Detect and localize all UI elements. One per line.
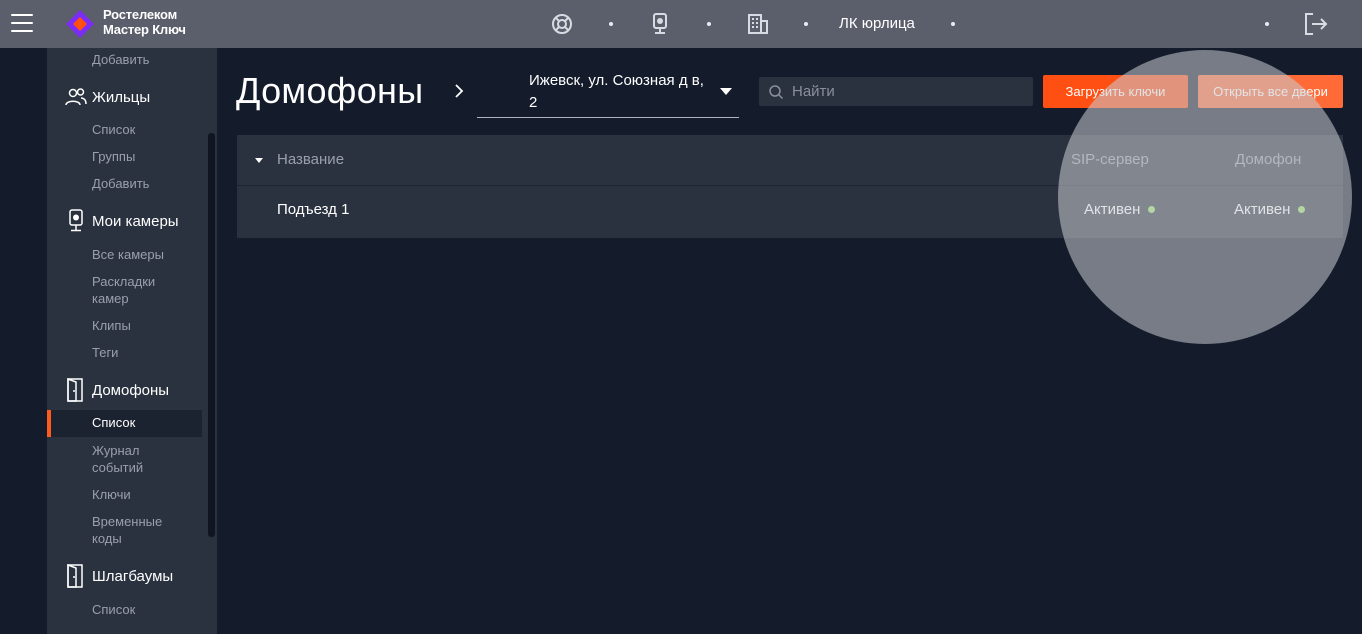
brand-line-2: Мастер Ключ [103,22,186,37]
open-all-doors-button[interactable]: Открыть все двери [1198,75,1343,108]
sidebar-item-barriers-list[interactable]: Список [92,601,135,618]
door-icon [67,564,83,588]
intercom-status: Активен [1234,201,1306,218]
search-input[interactable] [792,80,1024,102]
table-row[interactable]: Подъезд 1 Активен Активен [237,186,1343,238]
sidebar-item-add-top[interactable]: Добавить [92,51,149,68]
page-title: Домофоны [236,70,424,111]
sip-status-text: Активен [1084,201,1141,218]
intercom-status-text: Активен [1234,201,1291,218]
brand-line-1: Ростелеком [103,7,177,22]
address-value: Ижевск, ул. Союзная д в, 2 [529,72,704,111]
column-header-intercom: Домофон [1235,151,1302,168]
sidebar-section-label: Мои камеры [92,213,179,230]
sidebar-item-residents-groups[interactable]: Группы [92,148,135,165]
sidebar-item-residents-list[interactable]: Список [92,121,135,138]
separator-dot [951,22,955,26]
caret-down-icon [720,88,732,95]
sidebar-item-label: Список [92,415,136,430]
address-select[interactable]: Ижевск, ул. Союзная д в, 2 [477,68,739,118]
sidebar-scrollbar[interactable] [208,133,215,537]
separator-dot [707,22,711,26]
column-header-sip: SIP-сервер [1071,151,1149,168]
search-box [759,77,1033,106]
logo-mark-icon [66,10,94,38]
sidebar-item-temp-codes[interactable]: Временные коды [92,513,172,547]
upload-keys-button[interactable]: Загрузить ключи [1043,75,1188,108]
sidebar: Добавить Жильцы Список Группы Добавить М… [47,48,217,634]
sip-status: Активен [1084,201,1156,218]
left-rail [0,48,47,634]
intercoms-table: Название SIP-сервер Домофон Подъезд 1 Ак… [237,135,1343,238]
building-icon[interactable] [746,12,770,36]
search-icon [769,85,784,100]
sidebar-item-all-cameras[interactable]: Все камеры [92,246,164,263]
status-dot-icon [1298,205,1306,213]
menu-icon[interactable] [11,14,33,34]
separator-dot [1265,22,1269,26]
door-icon [67,378,83,402]
separator-dot [804,22,808,26]
sidebar-section-label: Шлагбаумы [92,568,174,585]
status-dot-icon [1148,205,1156,213]
sidebar-item-clips[interactable]: Клипы [92,317,131,334]
row-name: Подъезд 1 [277,201,350,218]
sidebar-item-intercoms-list[interactable]: Список [47,410,202,437]
chevron-right-icon [455,84,464,98]
sidebar-section-label: Жильцы [92,89,151,106]
camera-icon[interactable] [648,12,672,36]
support-icon[interactable] [550,12,574,36]
active-indicator [47,410,51,437]
sidebar-item-tags[interactable]: Теги [92,344,118,361]
column-header-name[interactable]: Название [277,151,344,168]
sidebar-item-keys[interactable]: Ключи [92,486,131,503]
sidebar-item-camera-layouts[interactable]: Раскладки камер [92,273,172,307]
sidebar-item-event-log[interactable]: Журнал событий [92,442,162,476]
separator-dot [609,22,613,26]
account-switch[interactable]: ЛК юрлица [839,15,915,32]
logout-icon[interactable] [1303,12,1329,36]
users-icon [65,88,87,106]
camera-icon [69,209,83,232]
sidebar-item-residents-add[interactable]: Добавить [92,175,149,192]
sidebar-section-label: Домофоны [92,382,170,399]
table-header: Название SIP-сервер Домофон [237,135,1343,186]
top-bar: Ростелеком Мастер Ключ ЛК юрлица [0,0,1362,48]
collapse-caret-icon[interactable] [255,158,263,163]
